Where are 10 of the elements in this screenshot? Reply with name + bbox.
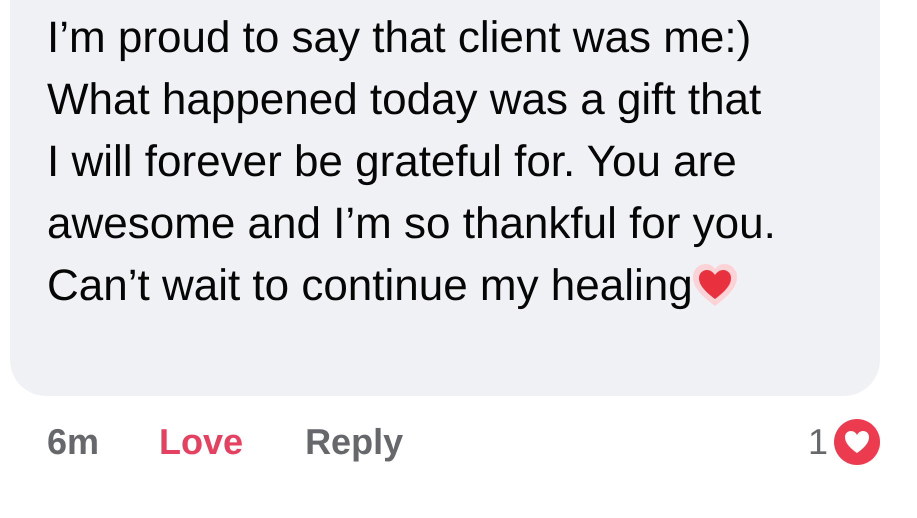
reaction-count: 1 — [808, 420, 828, 464]
comment-text: I will forever be grateful for. You are — [47, 136, 737, 188]
comment-text: awesome and I’m so thankful for you. — [47, 198, 776, 250]
comment-time: 6m — [47, 420, 100, 464]
reply-link[interactable]: Reply — [305, 415, 404, 469]
love-reaction-icon — [834, 419, 880, 465]
comment-text: Can’t wait to continue my healing — [47, 260, 693, 312]
love-link[interactable]: Love — [159, 415, 244, 469]
comment-text: I’m proud to say that client was me:) — [47, 12, 752, 64]
comment-text: What happened today was a gift that — [47, 74, 762, 126]
